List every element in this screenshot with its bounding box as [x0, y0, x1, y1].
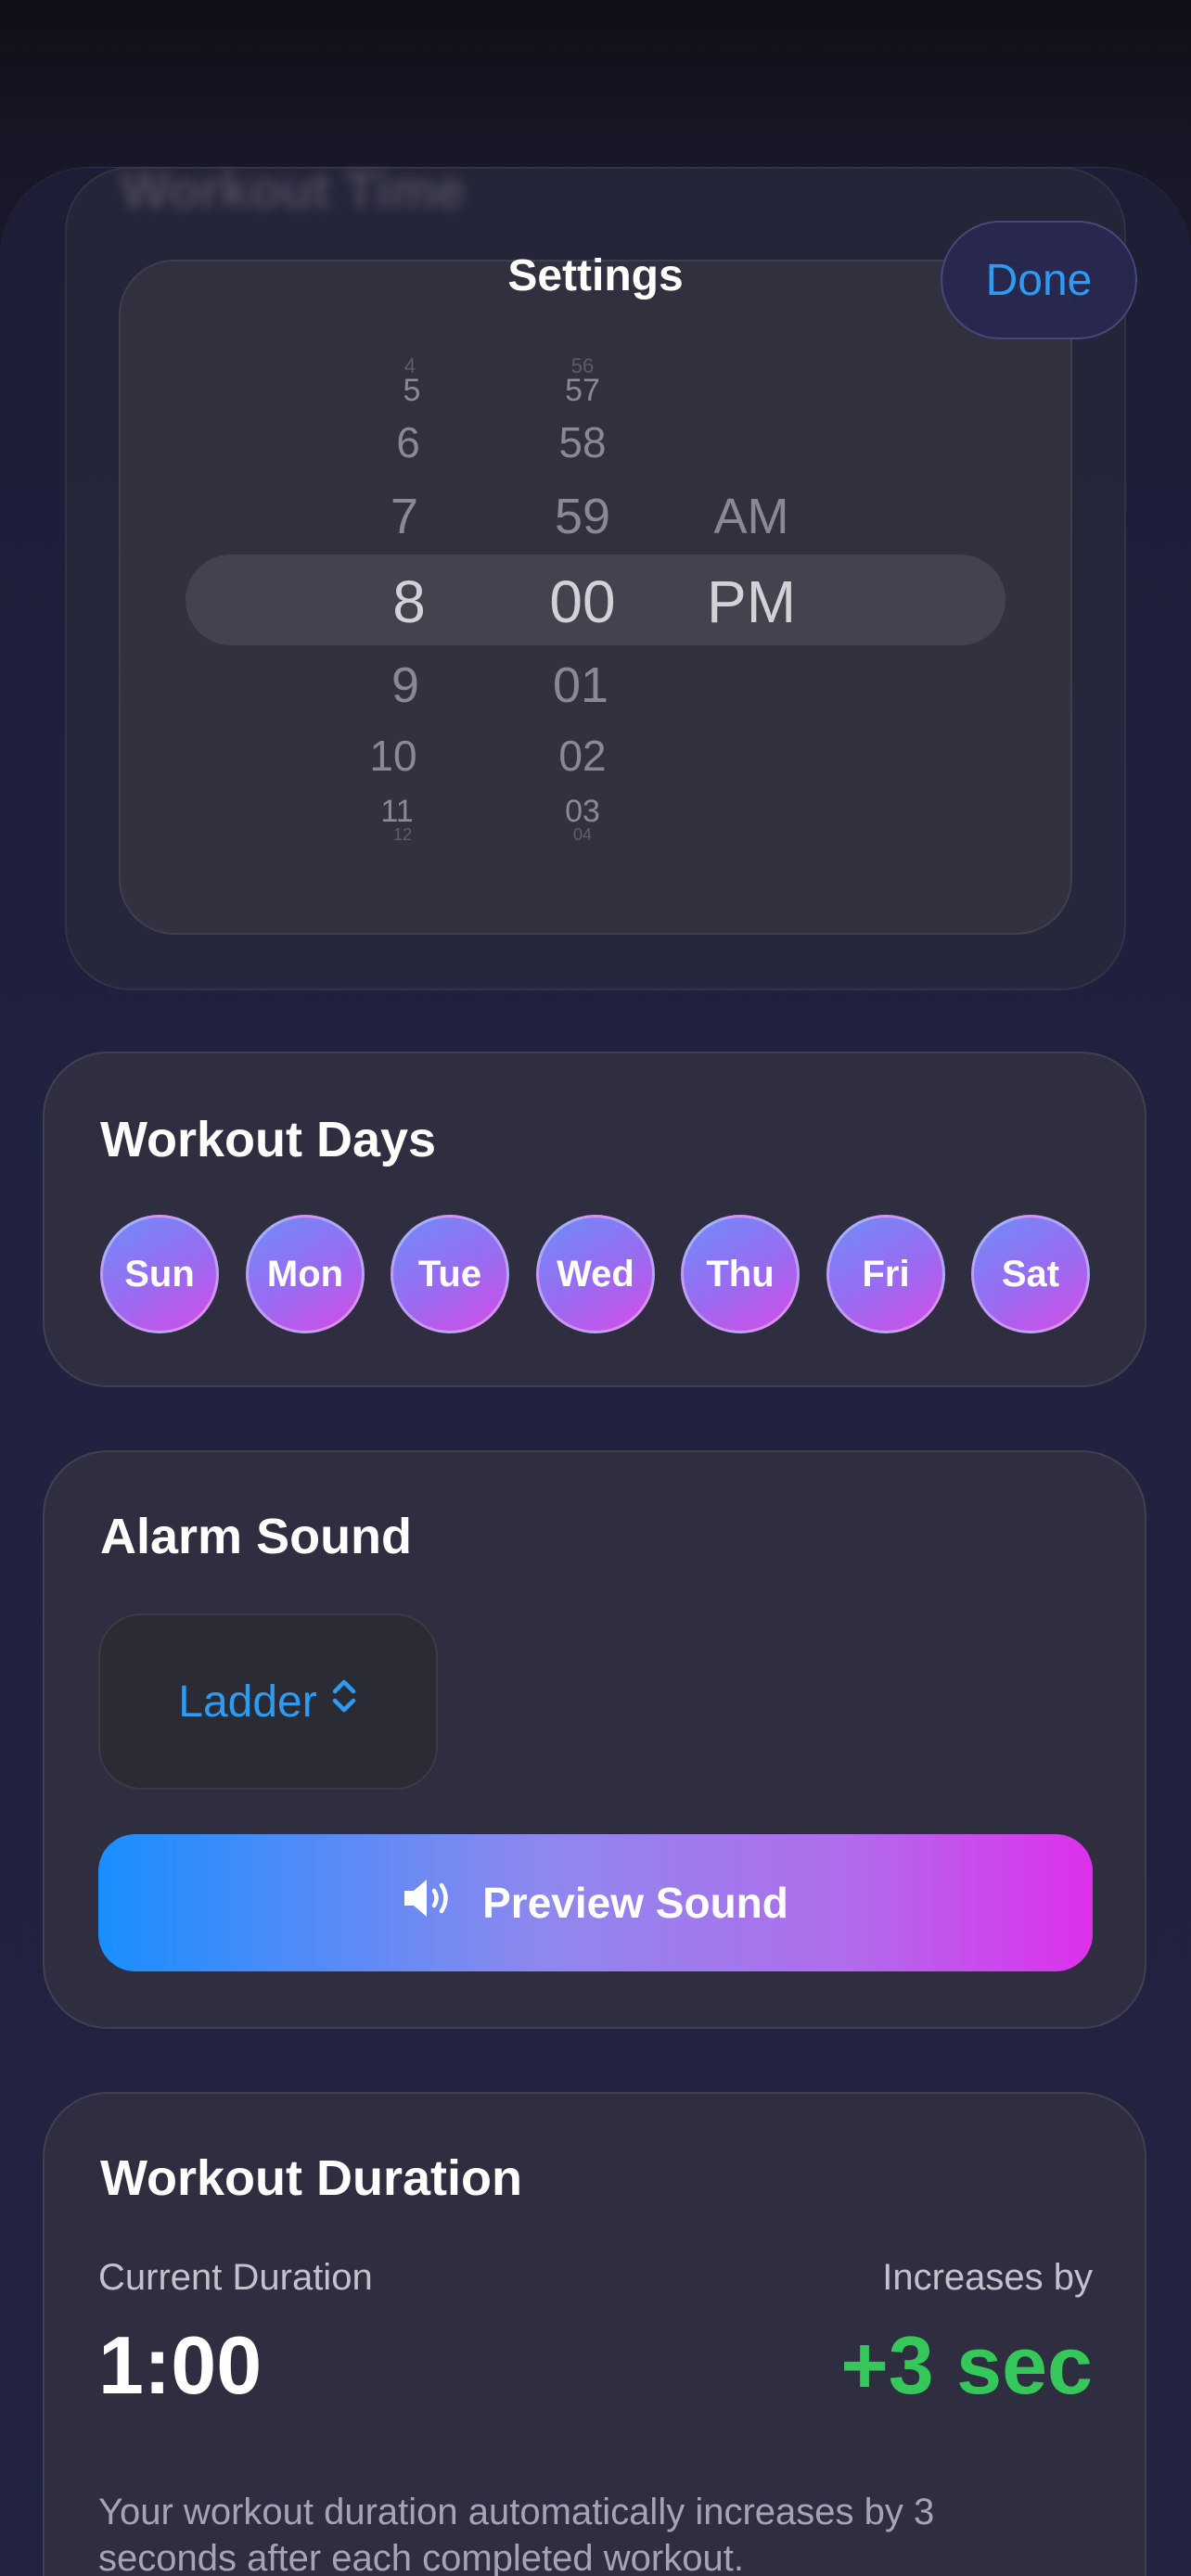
done-button[interactable]: Done [941, 221, 1137, 339]
current-duration-label: Current Duration [98, 2257, 373, 2298]
day-toggle-mon[interactable]: Mon [246, 1215, 365, 1333]
day-toggle-sat[interactable]: Sat [971, 1215, 1090, 1333]
current-duration-value: 1:00 [98, 2319, 263, 2411]
hour-option[interactable]: 10 [369, 731, 416, 781]
hour-option[interactable]: 5 [403, 373, 421, 409]
day-toggle-thu[interactable]: Thu [681, 1215, 800, 1333]
workout-duration-title: Workout Duration [100, 2150, 522, 2206]
minute-option-selected[interactable]: 00 [549, 567, 615, 636]
period-option-am[interactable]: AM [714, 488, 789, 545]
workout-days-title: Workout Days [100, 1112, 437, 1167]
alarm-sound-title: Alarm Sound [100, 1509, 413, 1564]
duration-description: Your workout duration automatically incr… [98, 2492, 935, 2576]
period-option-pm[interactable]: PM [707, 567, 796, 636]
sound-picker[interactable]: Ladder [98, 1613, 438, 1790]
hour-option[interactable]: 12 [393, 825, 412, 845]
minute-option[interactable]: 58 [558, 417, 606, 467]
hour-option[interactable]: 9 [391, 657, 419, 714]
hour-option[interactable]: 6 [396, 417, 420, 467]
minute-option[interactable]: 02 [558, 731, 606, 781]
day-toggle-tue[interactable]: Tue [391, 1215, 509, 1333]
increases-by-label: Increases by [882, 2257, 1093, 2298]
minute-option[interactable]: 01 [553, 657, 608, 714]
minute-option[interactable]: 04 [573, 825, 592, 845]
preview-sound-label: Preview Sound [482, 1879, 788, 1927]
hour-option-selected[interactable]: 8 [392, 567, 426, 636]
minute-option[interactable]: 59 [555, 488, 610, 545]
hour-option[interactable]: 7 [391, 488, 418, 545]
preview-sound-button[interactable]: Preview Sound [98, 1834, 1093, 1971]
sound-picker-value: Ladder [178, 1677, 317, 1727]
day-toggle-fri[interactable]: Fri [826, 1215, 945, 1333]
minute-option[interactable]: 57 [565, 373, 600, 409]
workout-time-title: Workout Time [121, 160, 466, 219]
day-toggle-sun[interactable]: Sun [100, 1215, 219, 1333]
chevron-up-down-icon [330, 1676, 358, 1728]
speaker-icon [403, 1876, 458, 1931]
increase-value: +3 sec [840, 2319, 1093, 2411]
day-toggle-wed[interactable]: Wed [536, 1215, 655, 1333]
